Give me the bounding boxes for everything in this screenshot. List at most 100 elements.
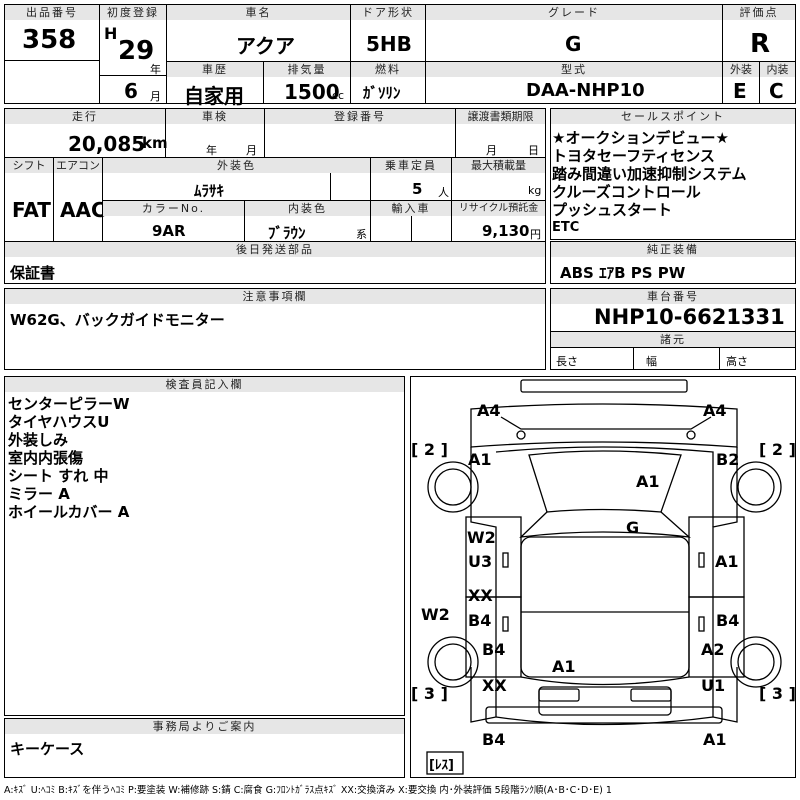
lot-number: 358 [22, 25, 77, 55]
inspector-line: センターピラーW [8, 395, 130, 413]
car-name: アクア [236, 34, 295, 58]
score: R [750, 29, 771, 59]
shift: FAT [12, 198, 51, 222]
exterior-label: 外装 [723, 62, 759, 77]
label-hood: A1 [636, 472, 660, 491]
sales-label: セールスポイント [551, 109, 795, 124]
fuel-label: 燃料 [351, 62, 425, 77]
label-bumper-rr: A1 [703, 730, 727, 749]
inspector-notes-list: センターピラーW タイヤハウスU 外装しみ 室内内張傷 シート すれ 中 ミラー… [8, 395, 130, 521]
label-windshield: G [626, 518, 639, 537]
capacity-unit: 人 [438, 186, 449, 199]
label-door-fl-1: W2 [467, 528, 496, 547]
sales-points-list: ★オークションデビュー★ トヨタセーフティセンス 踏み間違い加速抑制システム ク… [552, 129, 747, 237]
first-reg-label: 初度登録 [100, 5, 166, 20]
inspector-line: タイヤハウスU [8, 413, 110, 431]
dimensions-label: 諸元 [551, 332, 795, 347]
color-no-label: カラーNo. [103, 201, 244, 216]
label-tire-fr: [ 2 ] [759, 440, 795, 459]
label-door-fl-2: U3 [468, 552, 492, 571]
label-quarter-rr: A2 [701, 640, 725, 659]
import-label: 輸入車 [371, 201, 451, 216]
transfer-label: 譲渡書類期限 [456, 109, 545, 124]
door-rr-outline [688, 596, 745, 678]
chassis-label: 車台番号 [551, 289, 795, 304]
equipment-label: 純正装備 [551, 242, 795, 257]
ext-color: ﾑﾗｻｷ [194, 182, 225, 200]
door-type: 5HB [366, 32, 412, 56]
inspector-line: 外装しみ [8, 431, 69, 449]
inspector-line: 室内内張傷 [8, 449, 84, 467]
car-diagram-svg: A4 A4 [ 2 ] [ 2 ] A1 B2 A1 G W2 U3 A1 XX… [411, 379, 796, 775]
inspection-month-unit: 月 [246, 144, 257, 157]
model: DAA-NHP10 [526, 80, 645, 101]
equipment: ABS ｴｱB PS PW [560, 264, 686, 282]
recycle-label: リサイクル預託金 [452, 201, 545, 216]
month-unit: 月 [150, 90, 161, 103]
shift-label: シフト [5, 158, 53, 173]
ac-label: エアコン [54, 158, 102, 173]
windshield-outline [519, 511, 691, 538]
reg-year: 29 [118, 36, 155, 66]
damage-diagram: A4 A4 [ 2 ] [ 2 ] A1 B2 A1 G W2 U3 A1 XX… [410, 376, 796, 778]
mileage: 20,085 [68, 132, 146, 156]
inspector-line: ホイールカバー A [8, 503, 130, 521]
sales-line: 踏み間違い加速抑制システム [552, 165, 747, 183]
recycle-unit: 円 [530, 228, 541, 241]
mileage-label: 走行 [5, 109, 165, 124]
roof-outline [520, 536, 690, 678]
width-label: 幅 [646, 355, 657, 368]
capacity-label: 乗車定員 [371, 158, 451, 173]
length-label: 長さ [556, 355, 578, 368]
office-label: 事務局よりご案内 [5, 719, 404, 734]
label-quarter-rl: B4 [482, 640, 505, 659]
label-front-left: A4 [477, 401, 501, 420]
label-rear-right: U1 [701, 676, 725, 695]
fuel: ｶﾞｿﾘﾝ [363, 84, 401, 102]
score-label: 評価点 [723, 5, 795, 20]
exterior-grade: E [733, 79, 747, 103]
transfer-month-unit: 月 [486, 144, 497, 157]
model-label: 型式 [426, 62, 722, 77]
displacement-unit: cc [332, 89, 345, 102]
reg-no-label: 登録番号 [265, 109, 455, 124]
label-rear-left: XX [482, 676, 507, 695]
ext-color-label: 外装色 [103, 158, 370, 173]
int-color-unit: 系 [356, 228, 367, 241]
transfer-day-unit: 日 [528, 144, 539, 157]
ac: AAC [60, 198, 106, 222]
later-parts: 保証書 [10, 264, 56, 282]
label-front-right: A4 [703, 401, 727, 420]
label-bumper-rl: B4 [482, 730, 505, 749]
max-load-label: 最大積載量 [452, 158, 545, 173]
history: 自家用 [184, 84, 244, 108]
label-pillar-l: W2 [421, 605, 450, 624]
int-color: ﾌﾞﾗｳﾝ [268, 224, 306, 242]
max-load-unit: kg [528, 184, 542, 197]
label-tire-rr: [ 3 ] [759, 684, 795, 703]
notes-label: 注意事項欄 [5, 289, 545, 304]
office-note: キーケース [10, 740, 85, 758]
displacement-label: 排気量 [264, 62, 350, 77]
label-door-rl-2: B4 [468, 611, 491, 630]
label-tire-fl: [ 2 ] [411, 440, 448, 459]
label-tire-rl: [ 3 ] [411, 684, 448, 703]
inspection-label: 車検 [166, 109, 264, 124]
label-fender-fr: B2 [716, 450, 739, 469]
front-bumper-outline [520, 379, 688, 393]
height-label: 高さ [726, 355, 748, 368]
chassis-number: NHP10-6621331 [594, 305, 785, 329]
later-parts-label: 後日発送部品 [5, 242, 545, 257]
history-label: 車歴 [167, 62, 263, 77]
door-rl-outline [465, 596, 522, 678]
grade-label: グレード [426, 5, 722, 20]
sales-line: ETC [552, 220, 580, 235]
int-color-label: 内装色 [245, 201, 370, 216]
inspector-line: ミラー A [8, 485, 70, 503]
label-roof-rear: A1 [552, 657, 576, 676]
notes: W62G、バックガイドモニター [10, 311, 225, 329]
color-no: 9AR [152, 222, 186, 240]
label-door-fr: A1 [715, 552, 739, 571]
sales-line: クルーズコントロール [552, 183, 701, 201]
car-name-label: 車名 [167, 5, 350, 20]
